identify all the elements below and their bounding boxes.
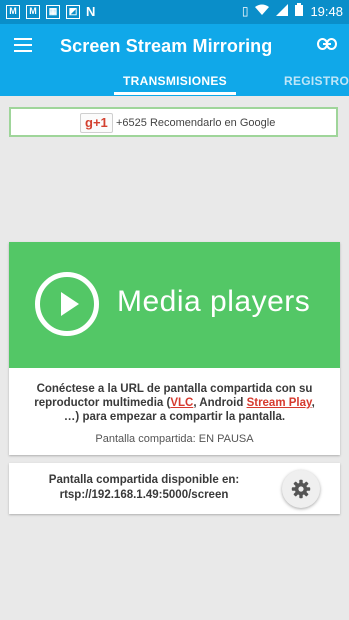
system-icons: ▯ 19:48 — [242, 3, 343, 19]
link-icon[interactable] — [317, 37, 337, 55]
instruction-part: , Android — [193, 397, 247, 409]
signal-icon — [276, 3, 289, 19]
photo-icon: ▦ — [46, 4, 60, 19]
vibrate-icon: ▯ — [241, 4, 249, 18]
google-plus-one-button[interactable]: g+1 — [80, 113, 113, 133]
recommend-text: +6525 Recomendarlo en Google — [116, 117, 276, 129]
vlc-link[interactable]: VLC — [170, 397, 193, 409]
share-status: Pantalla compartida: EN PAUSA — [95, 433, 254, 445]
app-bar: Screen Stream Mirroring TRANSMISIONES RE… — [0, 24, 349, 96]
available-label: Pantalla compartida disponible en: — [48, 474, 240, 486]
battery-icon — [295, 3, 304, 19]
app-title: Screen Stream Mirroring — [60, 36, 273, 56]
instruction-text: Conéctese a la URL de pantalla compartid… — [27, 382, 322, 424]
stream-url-card: Pantalla compartida disponible en: rtsp:… — [9, 463, 340, 514]
tab-transmisiones[interactable]: TRANSMISIONES — [114, 74, 236, 88]
wifi-icon — [255, 3, 270, 19]
tab-indicator — [114, 92, 236, 95]
media-players-banner[interactable]: Media players — [9, 242, 340, 368]
n-app-icon: N — [86, 4, 96, 19]
stream-url-text: Pantalla compartida disponible en: rtsp:… — [9, 473, 279, 503]
clock: 19:48 — [310, 3, 343, 19]
gmail-icon: M — [26, 4, 40, 19]
tab-registros[interactable]: REGISTROS — [284, 74, 349, 88]
status-bar: M M ▦ ◩ N ▯ 19:48 — [0, 0, 349, 24]
stream-url[interactable]: rtsp://192.168.1.49:5000/screen — [9, 488, 279, 503]
google-plus-banner[interactable]: g+1 +6525 Recomendarlo en Google — [9, 107, 338, 137]
menu-icon[interactable] — [14, 38, 32, 52]
banner-title: Media players — [117, 285, 311, 318]
app-icon: ◩ — [66, 4, 80, 19]
play-icon — [35, 272, 99, 336]
media-players-card: Media players Conéctese a la URL de pant… — [9, 242, 340, 455]
notification-icons: M M ▦ ◩ N — [6, 4, 95, 19]
gear-icon — [291, 479, 311, 499]
stream-play-link[interactable]: Stream Play — [247, 397, 312, 409]
settings-button[interactable] — [282, 470, 320, 508]
gmail-icon: M — [6, 4, 20, 19]
